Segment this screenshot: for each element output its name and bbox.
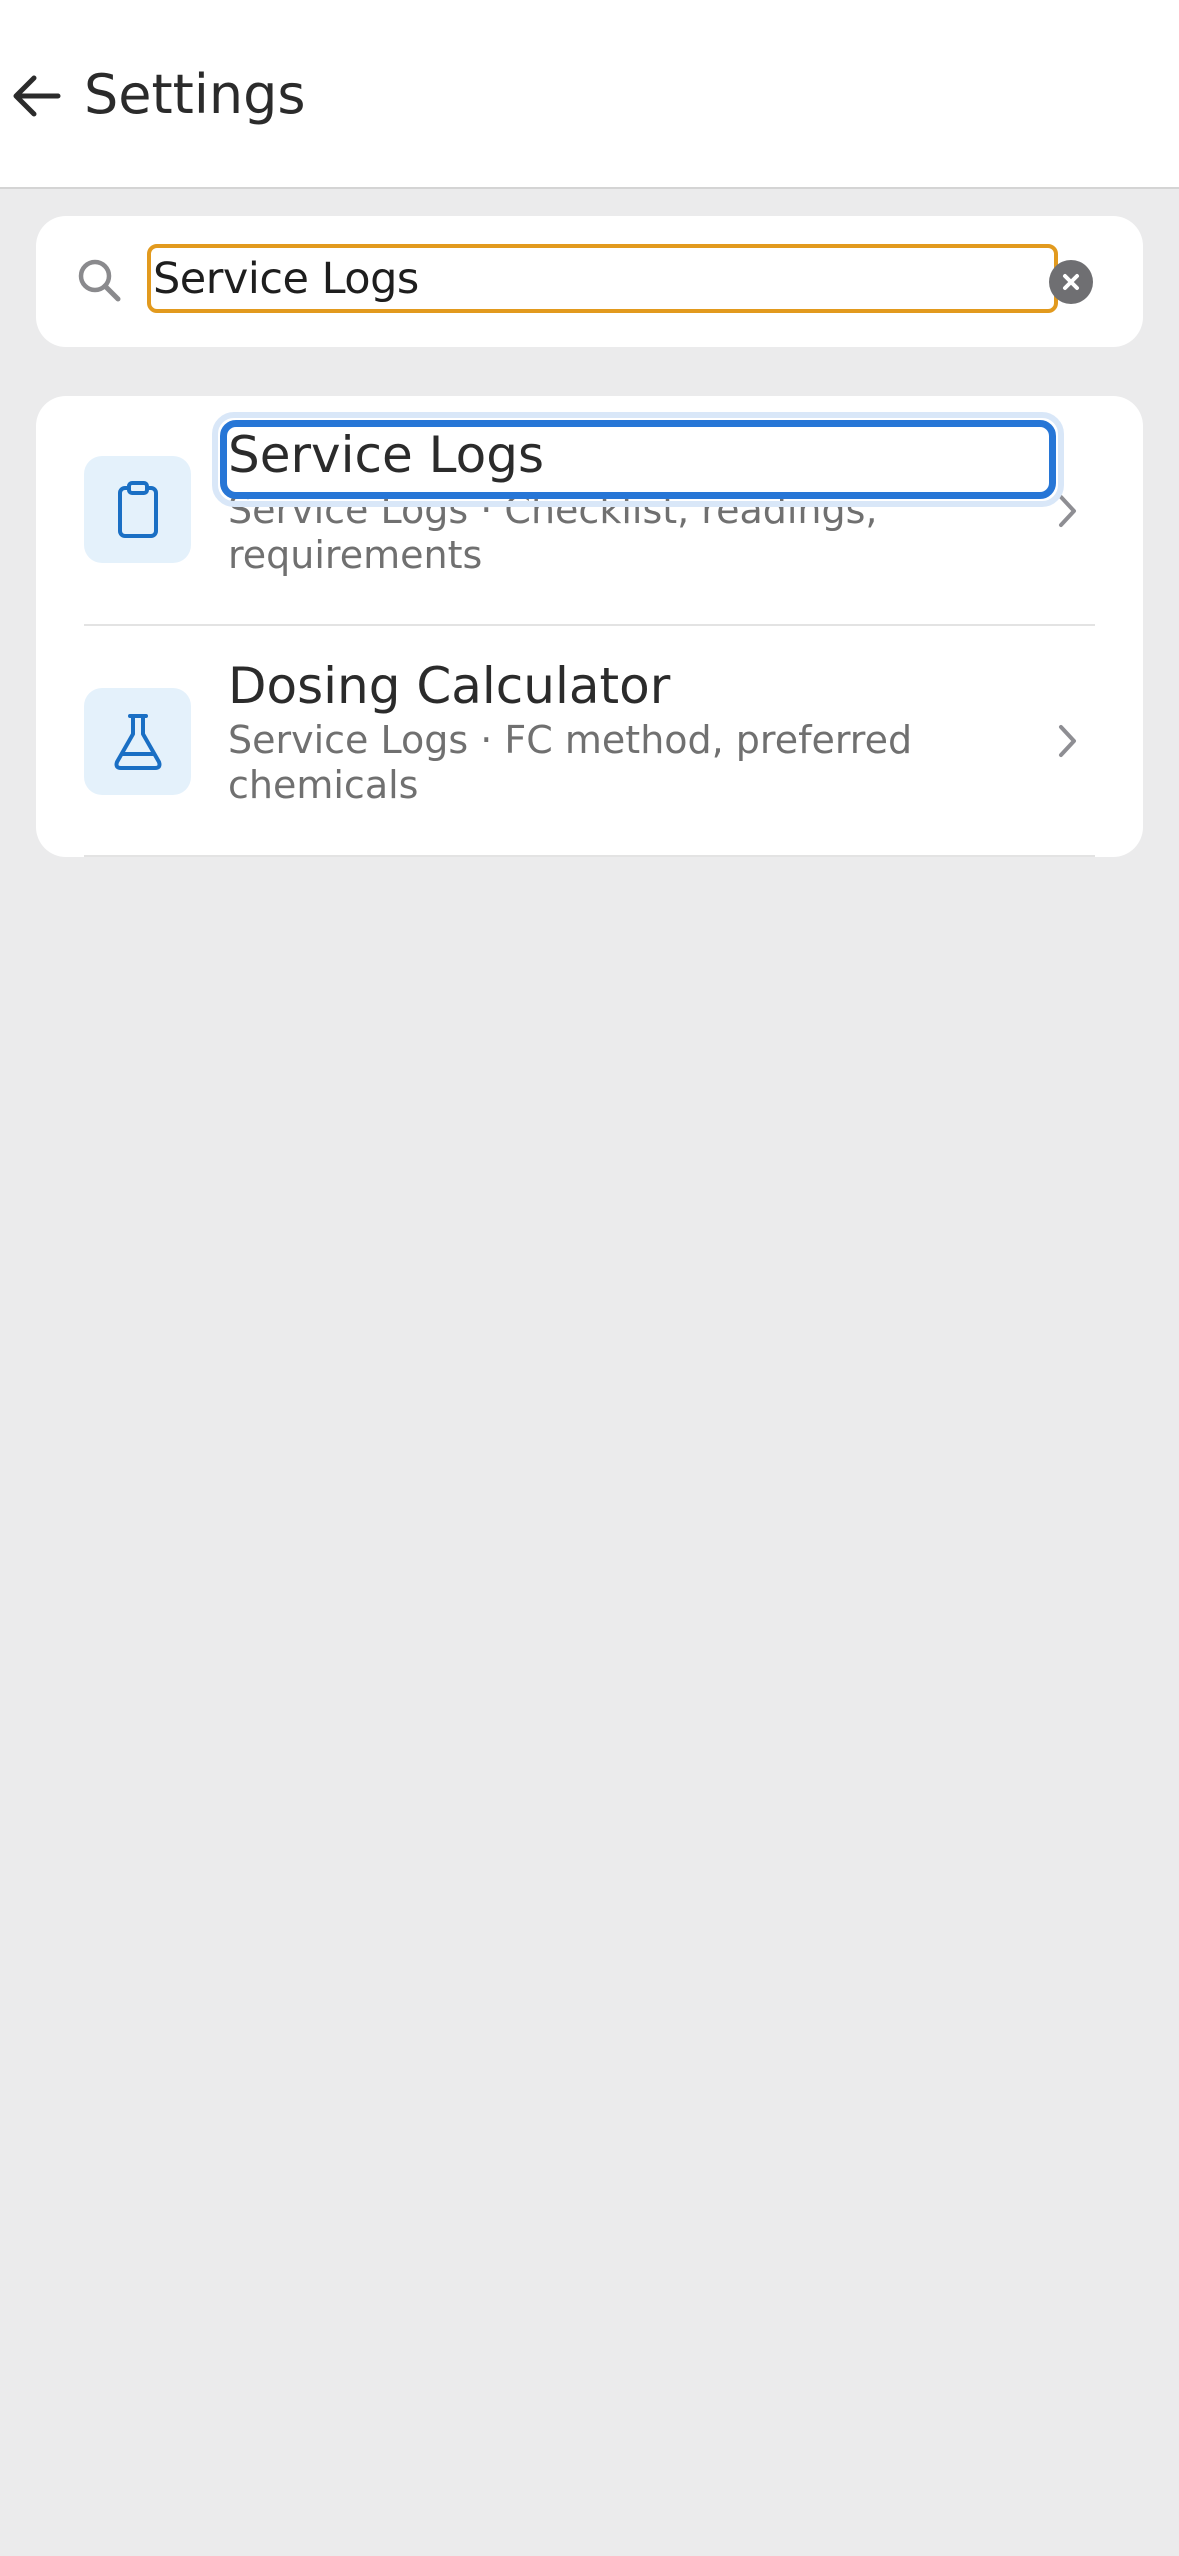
result-title: Service Logs	[228, 426, 545, 484]
row-divider	[84, 855, 1095, 857]
clear-search-button[interactable]	[1049, 260, 1093, 304]
clipboard-icon	[117, 480, 158, 538]
result-subtitle: Service Logs · FC method, preferred chem…	[228, 718, 913, 807]
app-header: Settings	[0, 0, 1179, 189]
list-item-dosing-calculator[interactable]: Dosing Calculator Service Logs · FC meth…	[36, 626, 1143, 856]
arrow-left-icon	[13, 75, 61, 117]
search-icon	[78, 259, 121, 302]
list-item-service-logs[interactable]: Service Logs Service Logs · Checklist, r…	[36, 396, 1143, 626]
flask-icon	[114, 713, 161, 770]
service-logs-icon-tile	[84, 456, 191, 563]
back-button[interactable]	[6, 66, 66, 126]
result-title: Dosing Calculator	[228, 657, 671, 715]
search-bar	[36, 216, 1143, 347]
chevron-right-icon	[1059, 725, 1076, 757]
clear-icon	[1063, 274, 1079, 290]
page-title: Settings	[84, 63, 306, 126]
search-results-list: Service Logs Service Logs · Checklist, r…	[36, 396, 1143, 857]
dosing-calculator-icon-tile	[84, 688, 191, 795]
search-input[interactable]	[147, 244, 1058, 313]
